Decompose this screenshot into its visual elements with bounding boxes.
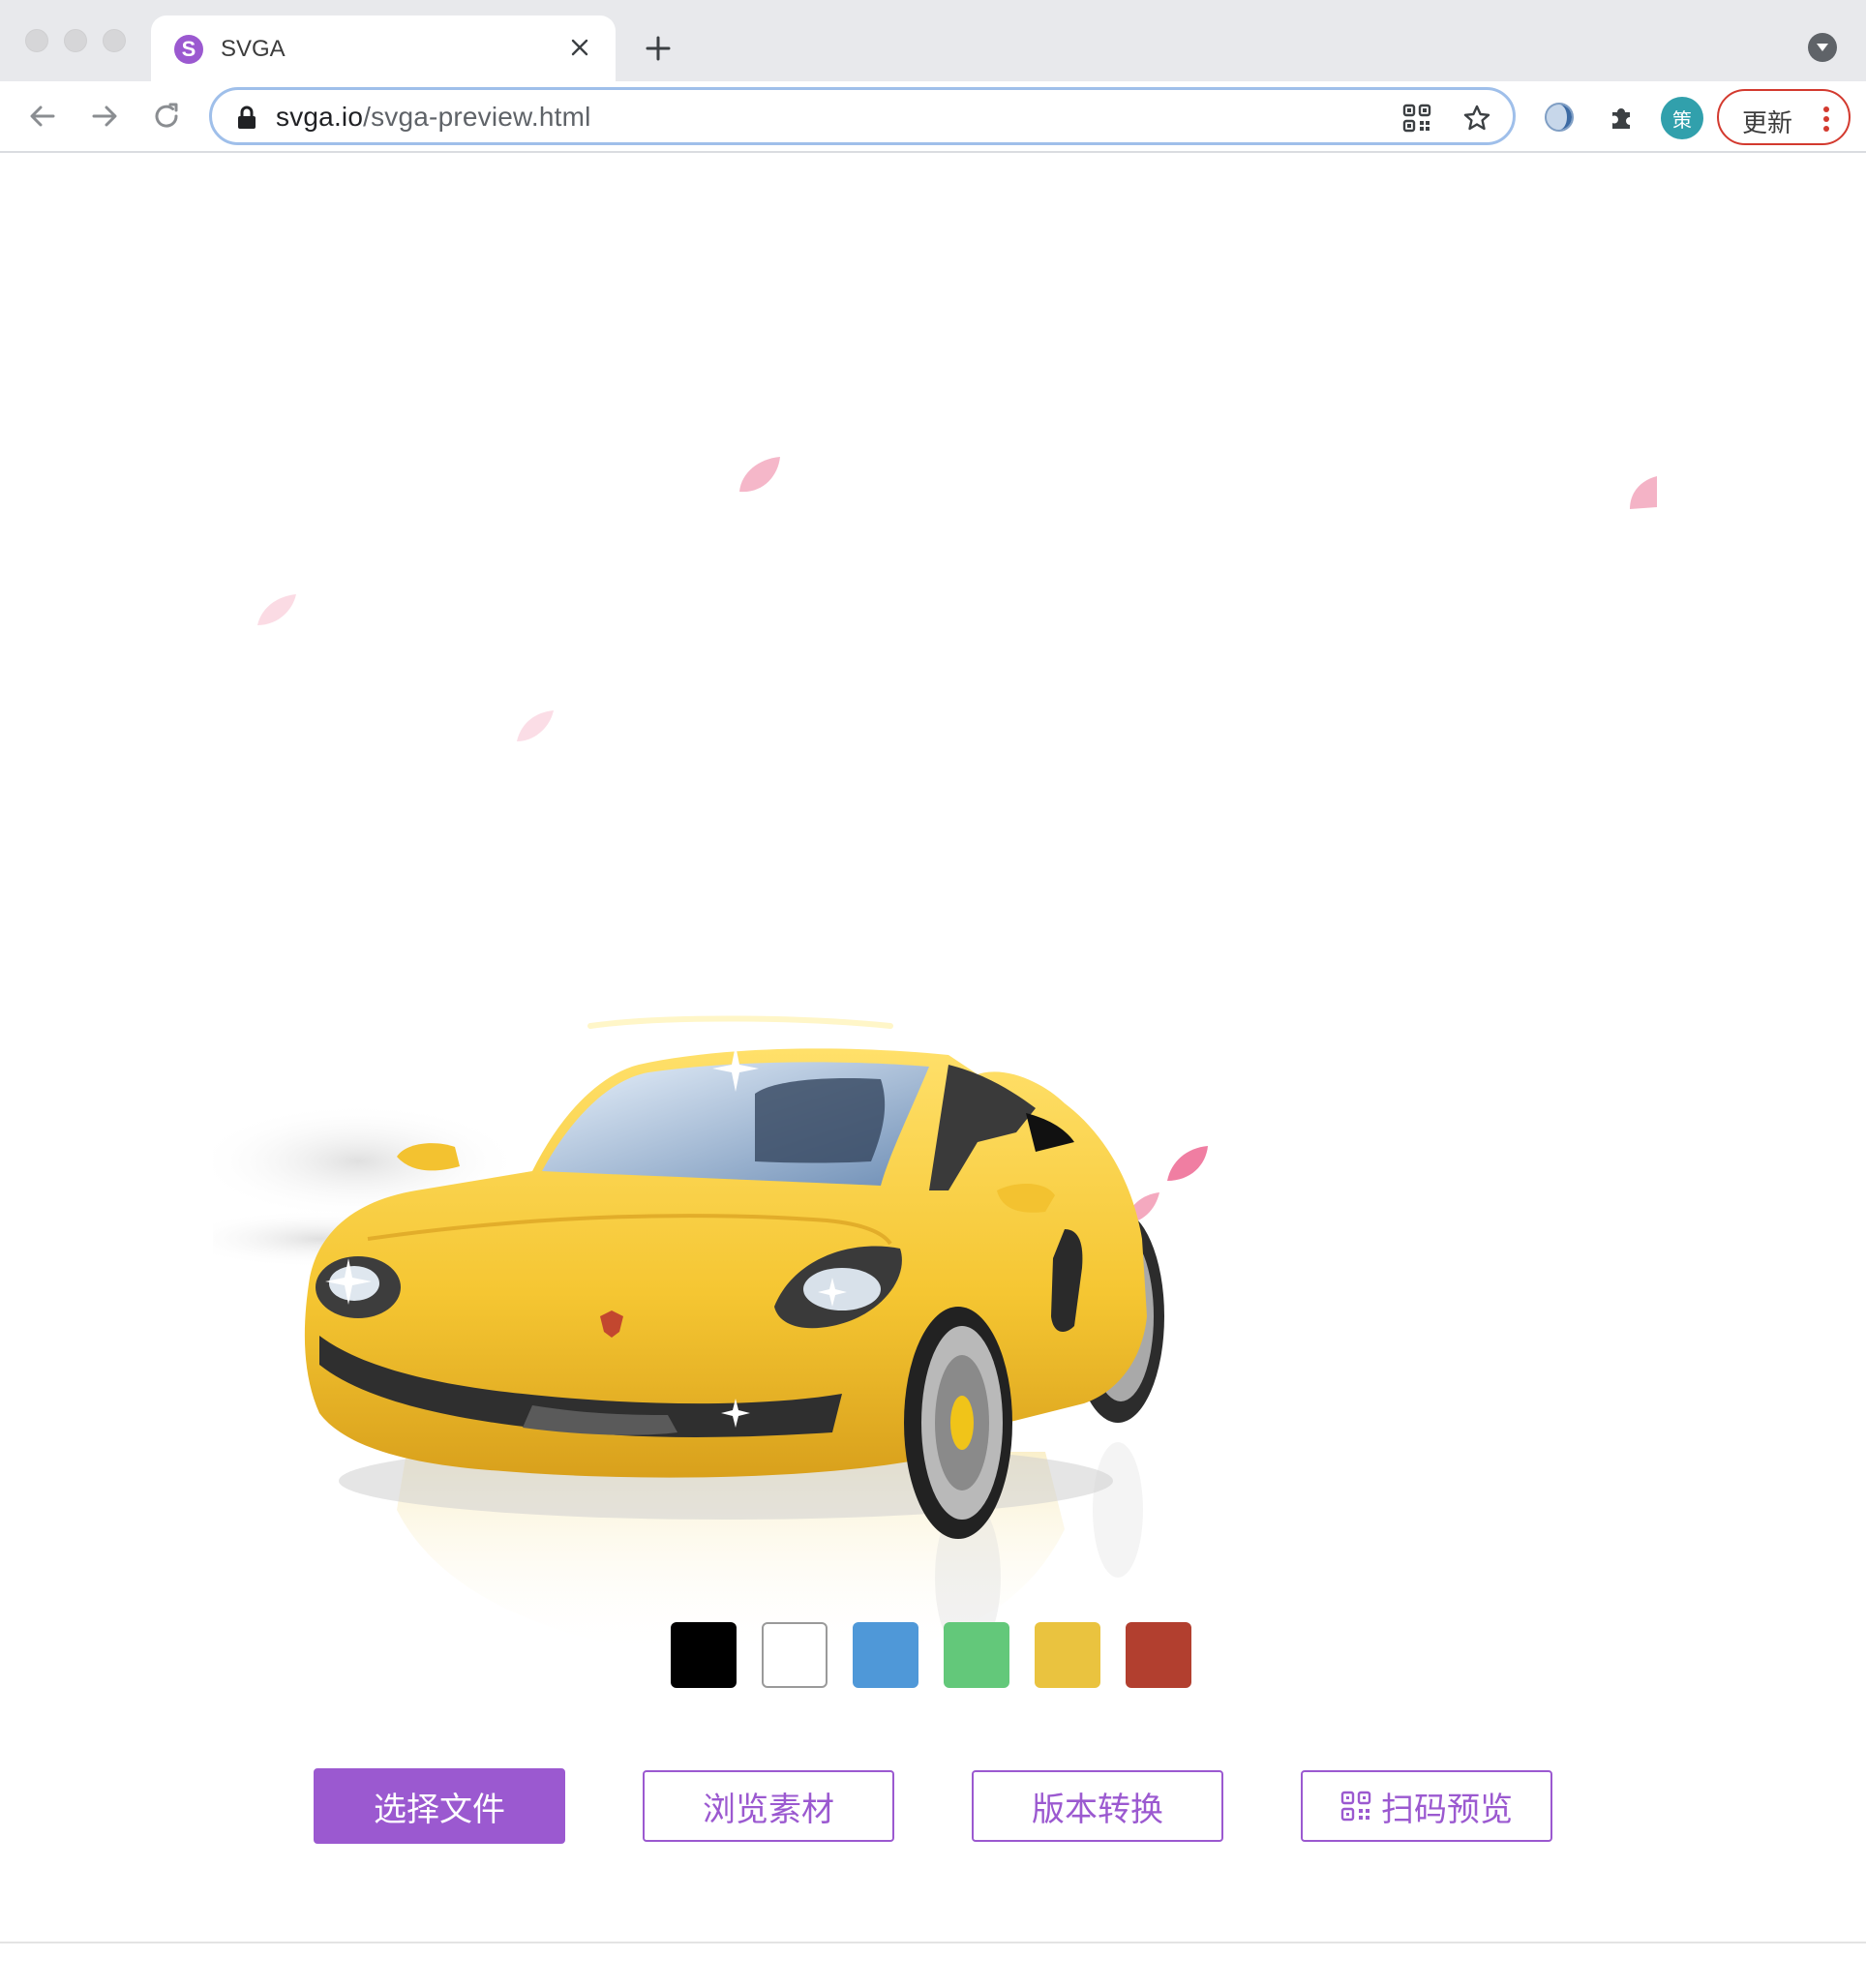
url-text[interactable]: svga.io/svga-preview.html [276,102,591,133]
kebab-menu-icon[interactable] [1821,105,1831,134]
swatch-yellow[interactable] [1035,1622,1100,1688]
lock-icon[interactable] [235,105,258,129]
version-convert-label: 版本转换 [1032,1790,1163,1829]
petal-icon [739,457,780,493]
background-color-swatches [671,1622,1191,1688]
browser-titlebar: S SVGA [0,0,1866,81]
tab-close-icon[interactable] [563,31,596,64]
profile-initial: 策 [1672,109,1692,132]
extensions-puzzle-icon[interactable] [1601,97,1641,137]
reload-icon[interactable] [145,95,188,137]
url-path: /svga-preview.html [363,102,591,132]
action-button-row: 选择文件 浏览素材 版本转换 扫码预览 [314,1768,1552,1846]
svga-favicon-icon: S [174,35,203,64]
favicon-letter: S [181,37,196,61]
select-file-button[interactable]: 选择文件 [314,1768,565,1844]
scan-preview-label: 扫码预览 [1381,1790,1513,1829]
forward-arrow-icon[interactable] [83,95,126,137]
bookmark-star-icon[interactable] [1459,100,1495,136]
browser-tab-active[interactable]: S SVGA [151,15,616,81]
window-close-dot[interactable] [25,29,48,52]
url-host: svga.io [276,102,364,132]
tab-title: SVGA [221,36,286,62]
swatch-red[interactable] [1126,1622,1191,1688]
version-convert-button[interactable]: 版本转换 [972,1770,1223,1842]
window-minimize-dot[interactable] [64,29,87,52]
address-bar[interactable]: svga.io/svga-preview.html [209,87,1516,145]
profile-avatar[interactable]: 策 [1661,97,1703,139]
qr-code-icon [1340,1791,1371,1822]
select-file-label: 选择文件 [374,1790,505,1829]
browser-toolbar: svga.io/svga-preview.html 策 更新 [0,81,1866,153]
new-tab-plus-icon[interactable] [639,29,677,68]
scan-preview-button[interactable]: 扫码预览 [1301,1770,1552,1842]
browser-update-button[interactable]: 更新 [1717,89,1851,145]
swatch-black[interactable] [671,1622,737,1688]
back-arrow-icon[interactable] [21,95,64,137]
extension-orb-icon[interactable] [1539,97,1580,137]
swatch-blue[interactable] [853,1622,918,1688]
petal-icon [257,594,296,625]
page-bottom-divider [0,1942,1866,1943]
petal-icon [1630,476,1657,509]
tab-search-chevron-icon[interactable] [1808,33,1837,62]
window-zoom-dot[interactable] [103,29,126,52]
qr-code-icon[interactable] [1399,100,1435,136]
browse-assets-button[interactable]: 浏览素材 [643,1770,894,1842]
swatch-green[interactable] [944,1622,1009,1688]
sports-car-animation [213,1015,1164,1660]
swatch-white[interactable] [762,1622,828,1688]
update-label: 更新 [1742,108,1793,137]
svga-preview-stage: 选择文件 浏览素材 版本转换 扫码预览 [0,155,1866,1936]
browse-assets-label: 浏览素材 [703,1790,834,1829]
petal-icon [517,710,554,741]
